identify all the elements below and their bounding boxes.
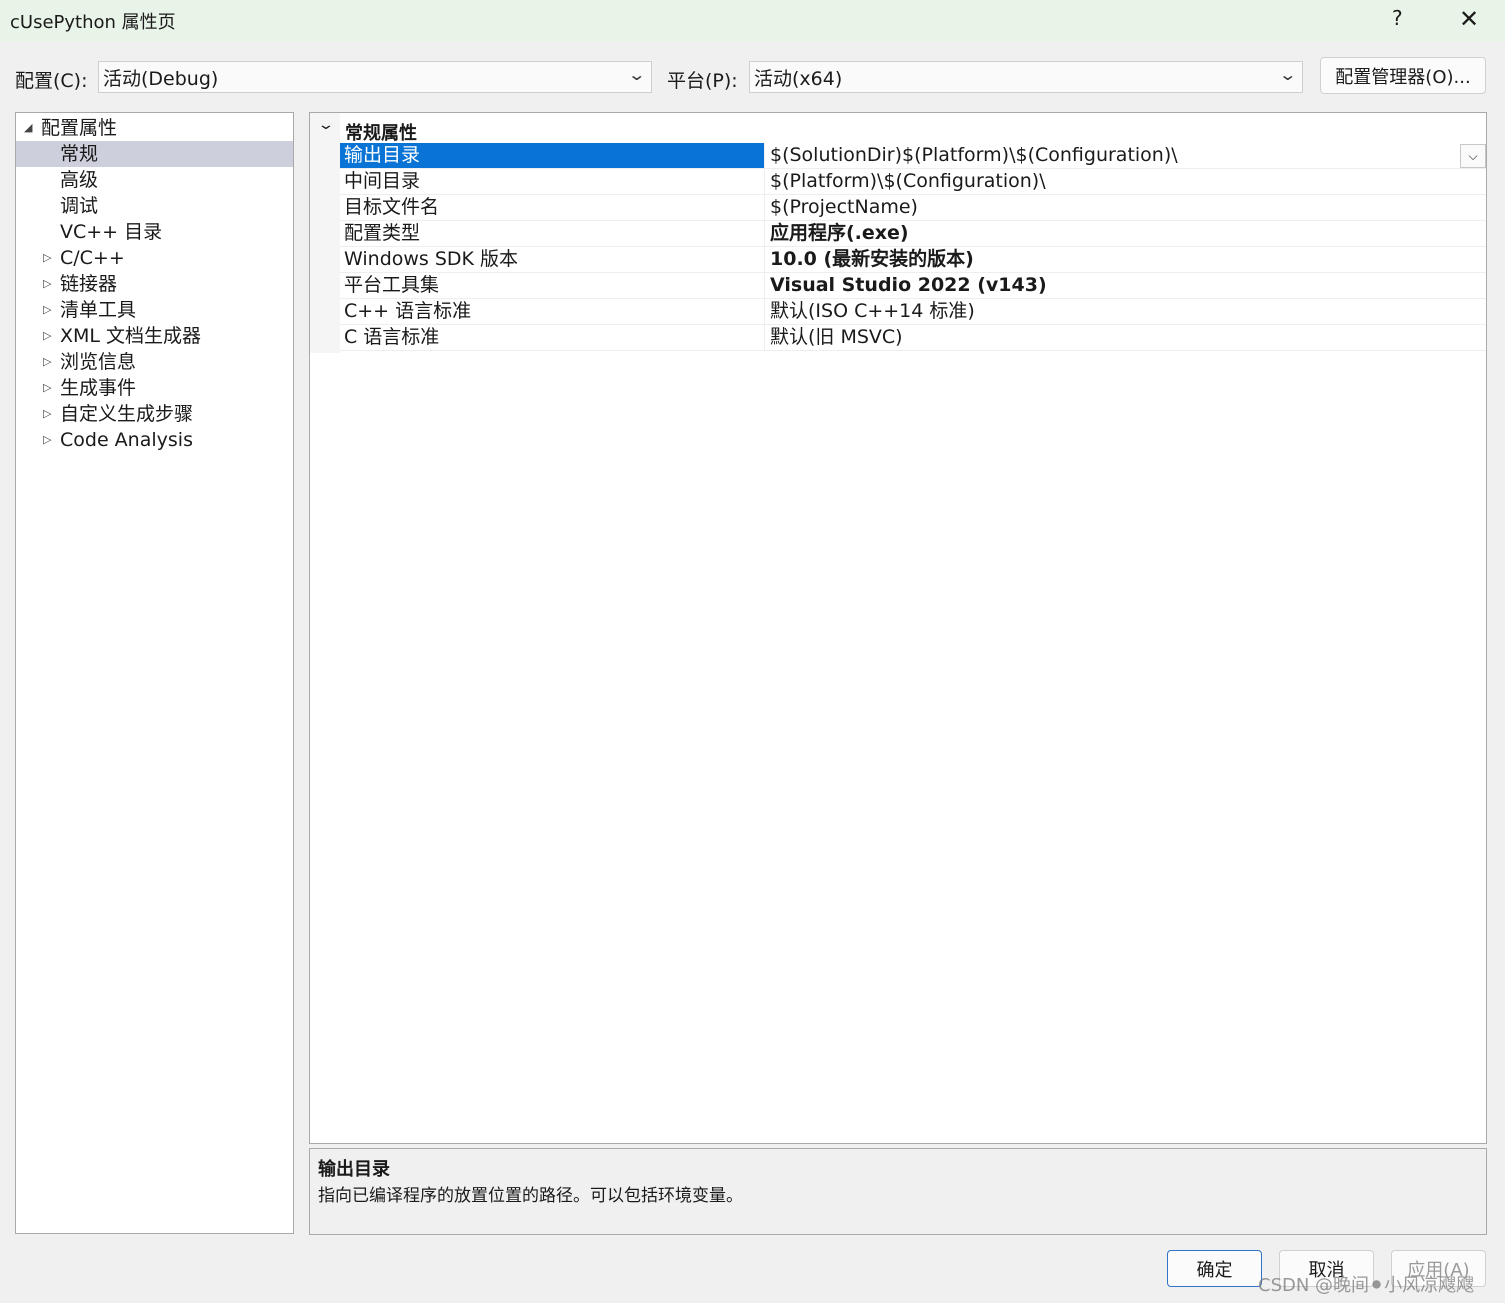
- tree-item-label: 自定义生成步骤: [60, 403, 194, 425]
- tree-item-general[interactable]: 常规: [16, 141, 293, 167]
- tree-item-label: Code Analysis: [60, 429, 193, 451]
- tree-item-manifest-tool[interactable]: ▷ 清单工具: [16, 297, 293, 323]
- property-name: Windows SDK 版本: [340, 247, 765, 272]
- platform-value: 活动(x64): [754, 67, 843, 90]
- tree-item-label: 调试: [60, 195, 99, 217]
- property-value[interactable]: 10.0 (最新安装的版本): [770, 247, 974, 272]
- property-value[interactable]: 默认(ISO C++14 标准): [770, 299, 975, 324]
- collapsed-triangle-icon[interactable]: ▷: [43, 271, 51, 297]
- property-name: C++ 语言标准: [340, 299, 765, 324]
- tree-item-label: 配置属性: [41, 117, 118, 139]
- tree-item-build-events[interactable]: ▷ 生成事件: [16, 375, 293, 401]
- chevron-down-icon: ⌄: [626, 65, 646, 84]
- tree-item-xml-doc-generator[interactable]: ▷ XML 文档生成器: [16, 323, 293, 349]
- category-label: 常规属性: [345, 123, 417, 144]
- property-value[interactable]: $(ProjectName): [770, 195, 918, 220]
- tree-item-cpp[interactable]: ▷ C/C++: [16, 245, 293, 271]
- tree-item-code-analysis[interactable]: ▷ Code Analysis: [16, 427, 293, 453]
- tree-item-linker[interactable]: ▷ 链接器: [16, 271, 293, 297]
- property-row-platform-toolset[interactable]: 平台工具集 Visual Studio 2022 (v143): [340, 273, 1486, 299]
- grid-gutter: [310, 113, 340, 353]
- window-title: cUsePython 属性页: [10, 12, 176, 33]
- tree-item-label: 浏览信息: [60, 351, 137, 373]
- collapsed-triangle-icon[interactable]: ▷: [43, 323, 51, 349]
- category-header[interactable]: ⌄ 常规属性: [310, 117, 1486, 144]
- chevron-down-icon: ⌄: [1277, 65, 1297, 84]
- tree-item-label: 清单工具: [60, 299, 137, 321]
- collapsed-triangle-icon[interactable]: ▷: [43, 427, 51, 453]
- chevron-down-icon[interactable]: ⌵: [1460, 144, 1486, 168]
- config-label: 配置(C):: [15, 70, 88, 92]
- platform-label: 平台(P):: [667, 70, 738, 92]
- property-value[interactable]: 应用程序(.exe): [770, 221, 909, 246]
- tree-item-config-properties[interactable]: ◢ 配置属性: [16, 115, 293, 141]
- tree-item-custom-build-step[interactable]: ▷ 自定义生成步骤: [16, 401, 293, 427]
- property-row-c-standard[interactable]: C 语言标准 默认(旧 MSVC): [340, 325, 1486, 351]
- tree-item-label: XML 文档生成器: [60, 325, 202, 347]
- property-name: 平台工具集: [340, 273, 765, 298]
- tree-item-label: C/C++: [60, 247, 125, 269]
- tree-item-label: 常规: [60, 143, 99, 165]
- collapsed-triangle-icon[interactable]: ▷: [43, 297, 51, 323]
- property-name: 中间目录: [340, 169, 765, 194]
- tree-item-label: 高级: [60, 169, 99, 191]
- title-bar: cUsePython 属性页 ? ✕: [0, 0, 1505, 42]
- expanded-triangle-icon: ◢: [24, 121, 33, 134]
- config-manager-button[interactable]: 配置管理器(O)...: [1320, 57, 1486, 94]
- property-row-windows-sdk[interactable]: Windows SDK 版本 10.0 (最新安装的版本): [340, 247, 1486, 273]
- property-name: 配置类型: [340, 221, 765, 246]
- platform-combo[interactable]: 活动(x64) ⌄: [749, 61, 1303, 93]
- property-name: 输出目录: [340, 143, 765, 168]
- property-tree: ◢ 配置属性 常规 高级 调试 VC++ 目录 ▷ C/C++ ▷ 链接器 ▷ …: [15, 112, 294, 1234]
- collapsed-triangle-icon[interactable]: ▷: [43, 401, 51, 427]
- description-text: 指向已编译程序的放置位置的路径。可以包括环境变量。: [318, 1186, 743, 1206]
- tree-item-vc-directories[interactable]: VC++ 目录: [16, 219, 293, 245]
- chevron-down-icon[interactable]: ⌄: [317, 117, 335, 133]
- description-panel: 输出目录 指向已编译程序的放置位置的路径。可以包括环境变量。: [309, 1148, 1487, 1235]
- config-combo[interactable]: 活动(Debug) ⌄: [98, 61, 652, 93]
- close-icon[interactable]: ✕: [1459, 5, 1479, 33]
- property-grid: ⌄ 常规属性 输出目录 $(SolutionDir)$(Platform)\$(…: [309, 112, 1487, 1144]
- property-name: 目标文件名: [340, 195, 765, 220]
- property-name: C 语言标准: [340, 325, 765, 350]
- collapsed-triangle-icon[interactable]: ▷: [43, 375, 51, 401]
- help-icon[interactable]: ?: [1392, 6, 1403, 30]
- tree-item-debugging[interactable]: 调试: [16, 193, 293, 219]
- property-row-output-dir[interactable]: 输出目录 $(SolutionDir)$(Platform)\$(Configu…: [340, 143, 1486, 169]
- watermark-text: CSDN @晚间⚫小风凉飕飕: [1258, 1275, 1475, 1296]
- tree-item-label: 链接器: [60, 273, 118, 295]
- property-value[interactable]: Visual Studio 2022 (v143): [770, 273, 1047, 298]
- property-value[interactable]: 默认(旧 MSVC): [770, 325, 903, 350]
- tree-item-browse-info[interactable]: ▷ 浏览信息: [16, 349, 293, 375]
- property-row-target-name[interactable]: 目标文件名 $(ProjectName): [340, 195, 1486, 221]
- collapsed-triangle-icon[interactable]: ▷: [43, 349, 51, 375]
- property-value[interactable]: $(SolutionDir)$(Platform)\$(Configuratio…: [770, 143, 1178, 168]
- property-row-config-type[interactable]: 配置类型 应用程序(.exe): [340, 221, 1486, 247]
- tree-item-label: VC++ 目录: [60, 221, 163, 243]
- tree-item-advanced[interactable]: 高级: [16, 167, 293, 193]
- ok-button[interactable]: 确定: [1167, 1250, 1262, 1287]
- property-row-intermediate-dir[interactable]: 中间目录 $(Platform)\$(Configuration)\: [340, 169, 1486, 195]
- description-title: 输出目录: [318, 1159, 390, 1180]
- collapsed-triangle-icon[interactable]: ▷: [43, 245, 51, 271]
- config-value: 活动(Debug): [103, 67, 219, 90]
- property-row-cpp-standard[interactable]: C++ 语言标准 默认(ISO C++14 标准): [340, 299, 1486, 325]
- property-value[interactable]: $(Platform)\$(Configuration)\: [770, 169, 1046, 194]
- tree-item-label: 生成事件: [60, 377, 137, 399]
